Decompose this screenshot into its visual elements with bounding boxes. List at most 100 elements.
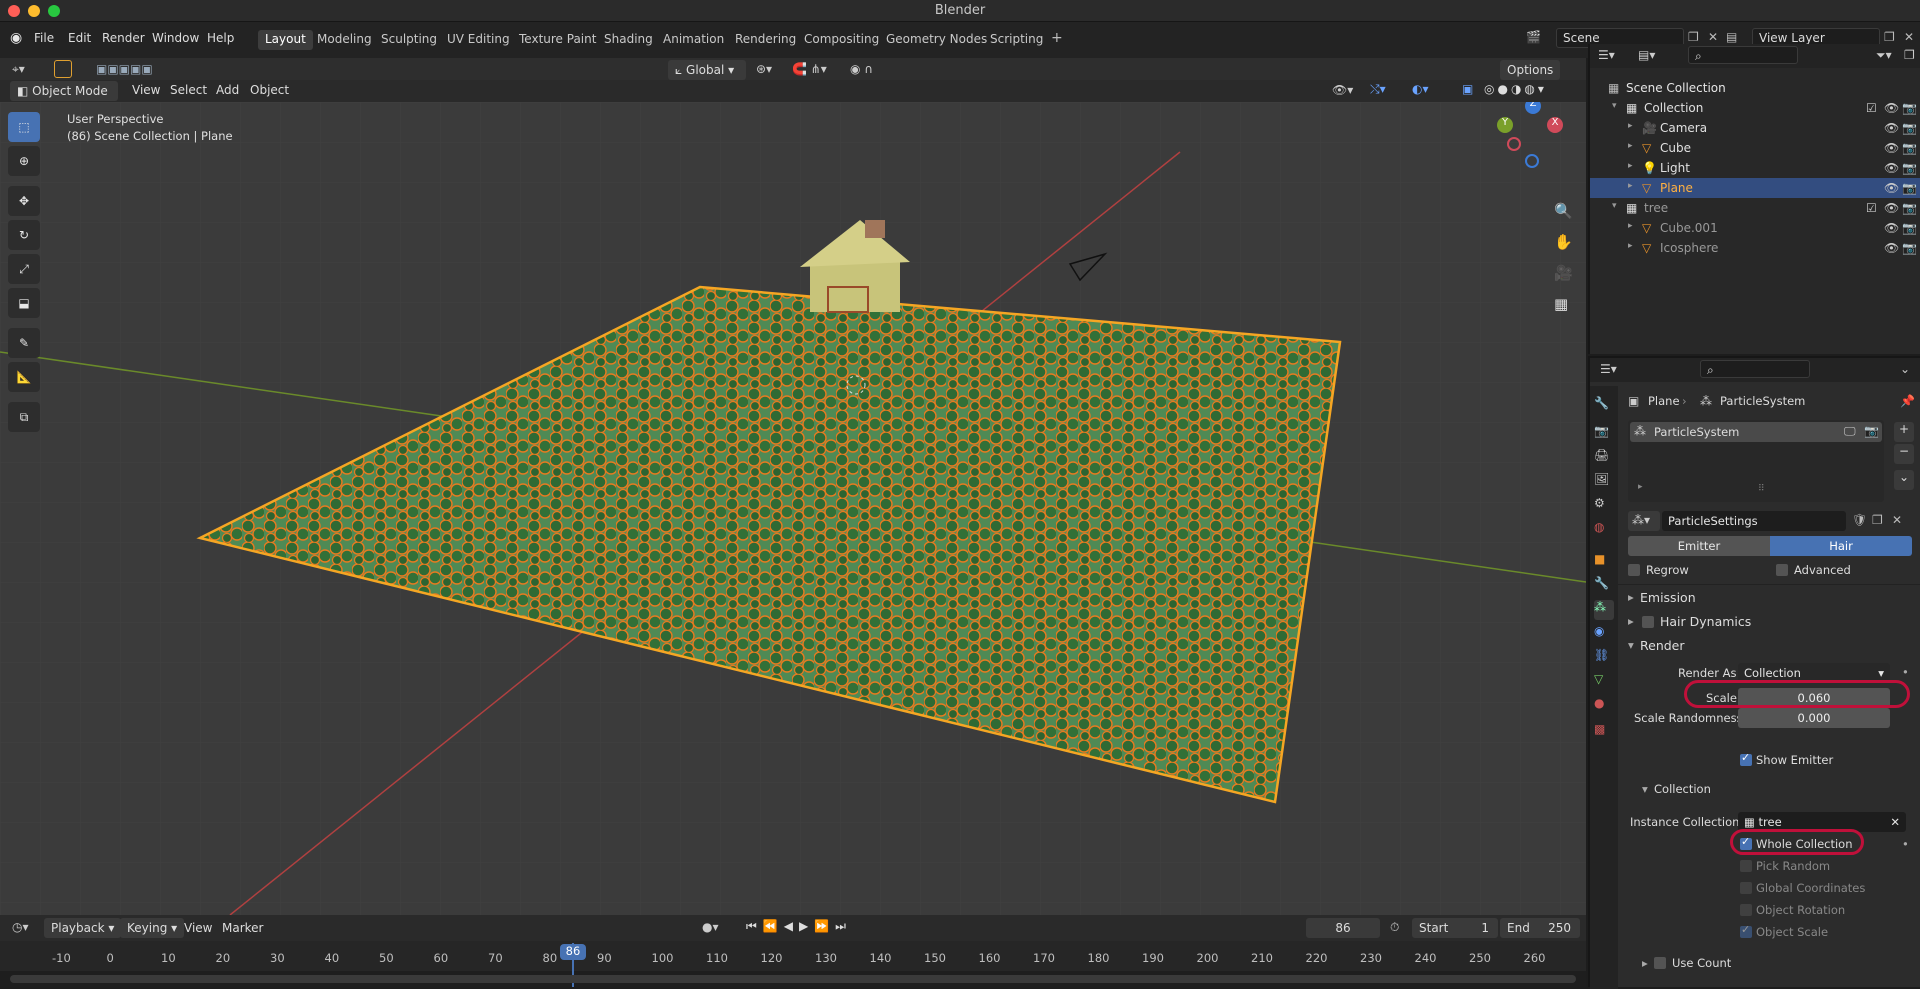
tab-tool-icon[interactable]: 🔧 bbox=[1594, 396, 1614, 416]
select-tool-icon[interactable]: ⬚ bbox=[8, 112, 40, 142]
hair-dynamics-expand-icon[interactable]: ▸ bbox=[1628, 614, 1634, 628]
gizmo-neg-x-axis[interactable] bbox=[1507, 137, 1521, 151]
workspace-tab-compositing[interactable]: Compositing bbox=[797, 30, 886, 50]
render-camera-icon[interactable]: 📷 bbox=[1902, 161, 1917, 175]
playhead-frame-indicator[interactable]: 86 bbox=[560, 944, 586, 960]
current-frame-field[interactable]: 86 bbox=[1306, 918, 1380, 938]
fake-user-icon[interactable]: 🛡 bbox=[1852, 513, 1867, 527]
add-cube-tool-icon[interactable]: ⧉ bbox=[8, 402, 40, 432]
eye-icon[interactable]: 👁 bbox=[1884, 141, 1899, 155]
eye-icon[interactable]: 👁 bbox=[1884, 181, 1899, 195]
new-scene-icon[interactable]: ❐ bbox=[1688, 30, 1699, 44]
timeline-editor-type-icon[interactable]: ◷▾ bbox=[12, 920, 29, 934]
workspace-tab-layout[interactable]: Layout bbox=[258, 30, 313, 50]
selection-mode-icons[interactable]: ▣▣▣▣▣ bbox=[96, 62, 153, 76]
show-render-icon[interactable]: 📷 bbox=[1864, 424, 1879, 438]
collection-subpanel-collapse-icon[interactable]: ▾ bbox=[1642, 782, 1648, 796]
panel-render-header[interactable]: Render bbox=[1640, 638, 1685, 653]
viewport-menu-add[interactable]: Add bbox=[216, 83, 239, 97]
measure-tool-icon[interactable]: 📐 bbox=[8, 362, 40, 392]
tab-view-layer-icon[interactable]: 🖼 bbox=[1594, 472, 1614, 492]
timeline-menu-marker[interactable]: Marker bbox=[222, 921, 263, 935]
proportional-edit-icon[interactable]: ◉ ∩ bbox=[850, 62, 873, 76]
filter-icon[interactable]: ⏷▾ bbox=[1876, 48, 1892, 63]
timeline-scrollbar[interactable] bbox=[10, 975, 1576, 983]
cursor-tool-icon[interactable]: ⊕ bbox=[8, 146, 40, 176]
keying-dropdown[interactable]: Keying ▾ bbox=[120, 918, 185, 938]
eye-icon[interactable]: 👁 bbox=[1884, 101, 1899, 115]
workspace-tab-modeling[interactable]: Modeling bbox=[310, 30, 379, 50]
expand-toggle-icon[interactable]: ▾ bbox=[1612, 201, 1617, 211]
expand-toggle-icon[interactable]: ▸ bbox=[1628, 161, 1633, 171]
properties-search-input[interactable]: ⌕ bbox=[1700, 360, 1810, 378]
animate-property-dot[interactable]: • bbox=[1902, 665, 1909, 679]
panel-hair-dynamics-header[interactable]: Hair Dynamics bbox=[1660, 614, 1751, 629]
frame-ruler[interactable] bbox=[0, 941, 1586, 971]
object-rotation-checkbox[interactable] bbox=[1740, 904, 1752, 916]
properties-editor-type-icon[interactable]: ☰▾ bbox=[1600, 362, 1617, 376]
new-view-layer-icon[interactable]: ❐ bbox=[1884, 30, 1895, 44]
exclude-checkbox[interactable]: ☑ bbox=[1866, 201, 1877, 215]
tab-physics-icon[interactable]: ◉ bbox=[1594, 624, 1614, 644]
use-count-checkbox[interactable] bbox=[1654, 957, 1666, 969]
render-collapse-icon[interactable]: ▾ bbox=[1628, 638, 1634, 652]
viewport-menu-object[interactable]: Object bbox=[250, 83, 289, 97]
tab-constraints-icon[interactable]: ⛓ bbox=[1594, 648, 1614, 668]
emission-expand-icon[interactable]: ▸ bbox=[1628, 590, 1634, 604]
regrow-checkbox[interactable] bbox=[1628, 564, 1640, 576]
add-particle-system-button[interactable]: + bbox=[1894, 422, 1914, 442]
exclude-checkbox[interactable]: ☑ bbox=[1866, 101, 1877, 115]
tab-particles-icon[interactable]: ⁂ bbox=[1594, 600, 1614, 620]
type-hair-button[interactable]: Hair bbox=[1770, 536, 1912, 556]
outliner-row-tree[interactable]: ▾ ▦ tree 👁 📷 ☑ bbox=[1590, 198, 1920, 218]
outliner-row-light[interactable]: ▸ 💡 Light 👁 📷 bbox=[1590, 158, 1920, 178]
workspace-tab-animation[interactable]: Animation bbox=[656, 30, 731, 50]
global-coordinates-checkbox[interactable] bbox=[1740, 882, 1752, 894]
pan-hand-icon[interactable]: ✋ bbox=[1554, 227, 1573, 258]
zoom-icon[interactable]: 🔍 bbox=[1554, 196, 1573, 227]
playback-dropdown[interactable]: Playback ▾ bbox=[44, 918, 122, 938]
render-camera-icon[interactable]: 📷 bbox=[1902, 201, 1917, 215]
camera-view-icon[interactable]: 🎥 bbox=[1554, 258, 1573, 289]
expand-toggle-icon[interactable]: ▾ bbox=[1612, 101, 1617, 111]
rotate-tool-icon[interactable]: ↻ bbox=[8, 220, 40, 250]
workspace-tab-shading[interactable]: Shading bbox=[597, 30, 660, 50]
playback-controls[interactable]: ⏮⏪◀▶⏩⏭ bbox=[746, 919, 852, 934]
tab-modifiers-icon[interactable]: 🔧 bbox=[1594, 576, 1614, 596]
outliner-row-cube[interactable]: ▸ ▽ Cube 👁 📷 bbox=[1590, 138, 1920, 158]
viewport-menu-view[interactable]: View bbox=[132, 83, 160, 97]
viewport-menu-select[interactable]: Select bbox=[170, 83, 207, 97]
tab-texture-icon[interactable]: ▩ bbox=[1594, 722, 1614, 742]
outliner-row-collection[interactable]: ▾ ▦ Collection 👁 📷 ☑ bbox=[1590, 98, 1920, 118]
particle-settings-name-field[interactable]: ParticleSettings bbox=[1662, 511, 1846, 531]
browse-settings-button[interactable]: ⁂▾ bbox=[1628, 511, 1660, 531]
pick-random-checkbox[interactable] bbox=[1740, 860, 1752, 872]
expand-toggle-icon[interactable]: ▸ bbox=[1628, 141, 1633, 151]
show-emitter-checkbox[interactable] bbox=[1740, 751, 1752, 766]
scale-tool-icon[interactable]: ⤢ bbox=[8, 254, 40, 284]
add-workspace-icon[interactable]: + bbox=[1051, 30, 1063, 46]
overlays-toggle-icon[interactable]: ◐▾ bbox=[1412, 82, 1429, 96]
tab-scene-icon[interactable]: ⚙ bbox=[1594, 496, 1614, 516]
use-count-expand-icon[interactable]: ▸ bbox=[1642, 956, 1648, 970]
delete-view-layer-icon[interactable]: ✕ bbox=[1904, 30, 1914, 44]
list-expand-icon[interactable]: ▸ bbox=[1638, 482, 1643, 492]
workspace-tab-geometry-nodes[interactable]: Geometry Nodes bbox=[879, 30, 994, 50]
properties-options-icon[interactable]: ⌄ bbox=[1900, 362, 1910, 376]
pin-icon[interactable]: 📌 bbox=[1900, 394, 1915, 408]
render-camera-icon[interactable]: 📷 bbox=[1902, 181, 1917, 195]
render-camera-icon[interactable]: 📷 bbox=[1902, 241, 1917, 255]
eye-icon[interactable]: 👁 bbox=[1884, 241, 1899, 255]
eye-icon[interactable]: 👁 bbox=[1884, 161, 1899, 175]
ortho-grid-icon[interactable]: ▦ bbox=[1554, 289, 1573, 320]
list-resize-handle[interactable]: ⠿ bbox=[1758, 484, 1765, 494]
outliner-search-input[interactable]: ⌕ bbox=[1688, 46, 1798, 64]
hair-dynamics-checkbox[interactable] bbox=[1642, 616, 1654, 628]
expand-toggle-icon[interactable]: ▸ bbox=[1628, 121, 1633, 131]
eye-icon[interactable]: 👁 bbox=[1884, 201, 1899, 215]
show-viewport-icon[interactable]: 🖵 bbox=[1844, 424, 1856, 439]
workspace-tab-scripting[interactable]: Scripting bbox=[983, 30, 1050, 50]
outliner-editor-type-icon[interactable]: ☰▾ bbox=[1598, 48, 1615, 62]
display-mode-icon[interactable]: ▤▾ bbox=[1638, 48, 1655, 62]
particle-system-list-item[interactable]: ⁂ ParticleSystem 🖵 📷 bbox=[1630, 422, 1882, 442]
